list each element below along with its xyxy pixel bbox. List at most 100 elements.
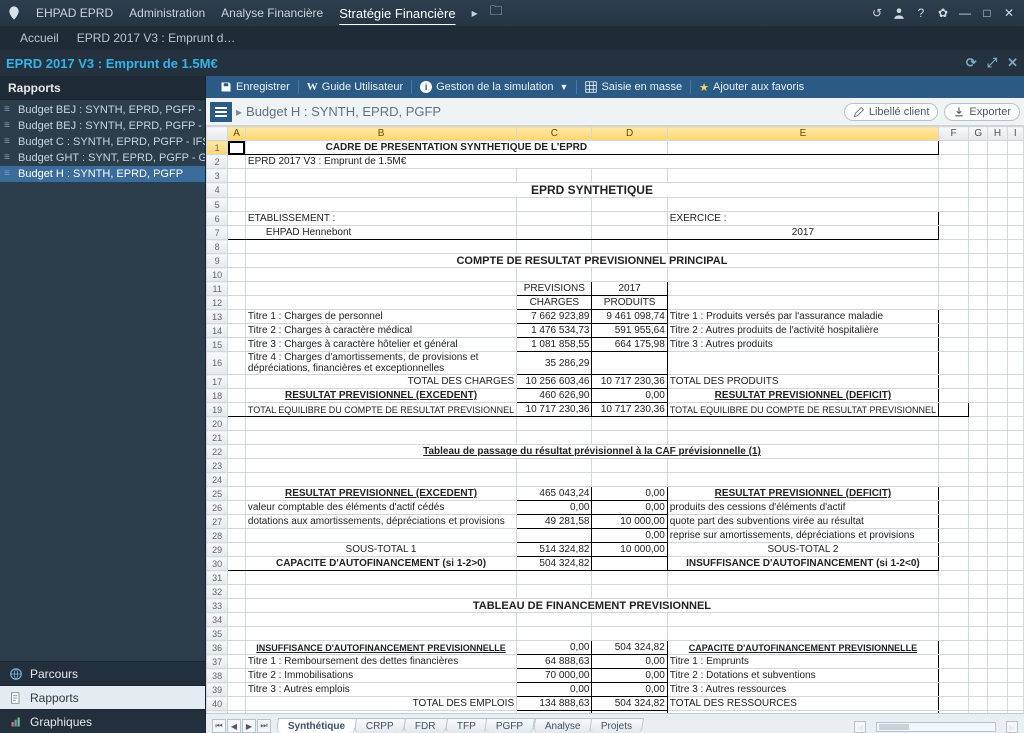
hscroll-left[interactable]: ◀	[854, 721, 866, 733]
tab-synthetique[interactable]: Synthétique	[276, 718, 357, 733]
report-item-2[interactable]: Budget C : SYNTH, EPRD, PGFP - IFSI	[0, 134, 205, 150]
cell-r36c[interactable]: 0,00	[517, 641, 592, 655]
menu-administration[interactable]: Administration	[121, 6, 213, 20]
report-item-3[interactable]: Budget GHT : SYNT, EPRD, PGFP - Groupe	[0, 150, 205, 166]
cell-r27c[interactable]: 49 281,58	[517, 515, 592, 529]
close-icon[interactable]: ✕	[1000, 4, 1018, 22]
cell-r40c[interactable]: 134 888,63	[517, 697, 592, 711]
tab-nav-last[interactable]: ⏭	[257, 719, 271, 733]
cell-r29d[interactable]: 10 000,00	[592, 543, 667, 557]
tab-tfp[interactable]: TFP	[445, 718, 488, 733]
refresh-doc-icon[interactable]: ⟳	[966, 55, 977, 71]
cell-r13b[interactable]: Titre 1 : Charges de personnel	[245, 310, 516, 324]
cell-etablissement-lbl[interactable]: ETABLISSEMENT :	[245, 212, 516, 226]
cell-section-crpp[interactable]: COMPTE DE RESULTAT PREVISIONNEL PRINCIPA…	[245, 254, 938, 268]
cell-section-passage[interactable]: Tableau de passage du résultat prévision…	[245, 445, 938, 459]
col-header-h[interactable]: H	[988, 127, 1007, 141]
cell-r30b[interactable]: CAPACITE D'AUTOFINANCEMENT (si 1-2>0)	[245, 557, 516, 571]
col-header-c[interactable]: C	[517, 127, 592, 141]
cell-r26c[interactable]: 0,00	[517, 501, 592, 515]
sync-icon[interactable]: ↺	[868, 4, 886, 22]
cell-r15e[interactable]: Titre 3 : Autres produits	[667, 338, 938, 352]
cell-r13e[interactable]: Titre 1 : Produits versés par l'assuranc…	[667, 310, 938, 324]
cell-exercice[interactable]: 2017	[667, 226, 938, 240]
cell-r28d[interactable]: 0,00	[592, 529, 667, 543]
cell-r40b[interactable]: TOTAL DES EMPLOIS	[245, 697, 516, 711]
cell-r39b[interactable]: Titre 3 : Autres emplois	[245, 683, 516, 697]
tab-pgfp[interactable]: PGFP	[484, 718, 535, 733]
col-header-a[interactable]: A	[228, 127, 246, 141]
cell-r38c[interactable]: 70 000,00	[517, 669, 592, 683]
libelle-client-button[interactable]: Libellé client	[844, 103, 939, 121]
col-header-e[interactable]: E	[667, 127, 938, 141]
tab-crpp[interactable]: CRPP	[354, 718, 406, 733]
col-header-b[interactable]: B	[245, 127, 516, 141]
masse-button[interactable]: Saisie en masse	[577, 76, 690, 98]
cell-r27e[interactable]: quote part des subventions virée au résu…	[667, 515, 938, 529]
cell-r17d[interactable]: 10 717 230,36	[592, 375, 667, 389]
spreadsheet[interactable]: A B C D E F G H I 1CADRE DE PRESENTATION…	[206, 126, 1024, 713]
col-header-i[interactable]: I	[1007, 127, 1023, 141]
report-item-4[interactable]: Budget H : SYNTH, EPRD, PGFP	[0, 166, 205, 182]
tab-parcours[interactable]: Parcours	[0, 661, 205, 685]
cell-charges-hdr[interactable]: CHARGES	[517, 296, 592, 310]
cell-r27b[interactable]: dotations aux amortissements, dépréciati…	[245, 515, 516, 529]
menu-strategie[interactable]: Stratégie Financière	[331, 6, 463, 21]
tab-fdr[interactable]: FDR	[403, 718, 448, 733]
corner-cell[interactable]	[207, 127, 228, 141]
tab-rapports[interactable]: Rapports	[0, 685, 205, 709]
cell-r25e[interactable]: RESULTAT PREVISIONNEL (DEFICIT)	[667, 487, 938, 501]
cell-section-eprd[interactable]: EPRD SYNTHETIQUE	[245, 183, 938, 198]
sheet-menu-icon[interactable]	[210, 102, 232, 122]
cell-r26d[interactable]: 0,00	[592, 501, 667, 515]
cell-r18b[interactable]: RESULTAT PREVISIONNEL (EXCEDENT)	[245, 389, 516, 403]
cell-r27d[interactable]: 10 000,00	[592, 515, 667, 529]
cell-section-tfp[interactable]: TABLEAU DE FINANCEMENT PREVISIONNEL	[245, 599, 938, 613]
settings-icon[interactable]: ✿	[934, 4, 952, 22]
cell-r28e[interactable]: reprise sur amortissements, dépréciation…	[667, 529, 938, 543]
cell-r29b[interactable]: SOUS-TOTAL 1	[245, 543, 516, 557]
cell-r29e[interactable]: SOUS-TOTAL 2	[667, 543, 938, 557]
save-button[interactable]: Enregistrer	[212, 76, 298, 98]
report-item-1[interactable]: Budget BEJ : SYNTH, EPRD, PGFP - USLD	[0, 118, 205, 134]
cell-r13c[interactable]: 7 662 923,89	[517, 310, 592, 324]
tab-nav-prev[interactable]: ◀	[227, 719, 241, 733]
menu-analyse[interactable]: Analyse Financière	[213, 6, 331, 20]
cell-r25c[interactable]: 465 043,24	[517, 487, 592, 501]
cell-r30e[interactable]: INSUFFISANCE D'AUTOFINANCEMENT (si 1-2<0…	[667, 557, 938, 571]
cell-r25d[interactable]: 0,00	[592, 487, 667, 501]
cell-r14b[interactable]: Titre 2 : Charges à caractère médical	[245, 324, 516, 338]
cell-r16c[interactable]: 35 286,29	[517, 352, 592, 375]
cell-r41b[interactable]: APPORT AU FONDS DE ROULEMENT	[245, 711, 516, 714]
cell-r30c[interactable]: 504 324,82	[517, 557, 592, 571]
cell-r17c[interactable]: 10 256 603,46	[517, 375, 592, 389]
cell-r25b[interactable]: RESULTAT PREVISIONNEL (EXCEDENT)	[245, 487, 516, 501]
cell-r39d[interactable]: 0,00	[592, 683, 667, 697]
cell-r39e[interactable]: Titre 3 : Autres ressources	[667, 683, 938, 697]
cell-produits-hdr[interactable]: PRODUITS	[592, 296, 667, 310]
cell-r14e[interactable]: Titre 2 : Autres produits de l'activité …	[667, 324, 938, 338]
cell-r36d[interactable]: 504 324,82	[592, 641, 667, 655]
cell-r38d[interactable]: 0,00	[592, 669, 667, 683]
cell-r15c[interactable]: 1 081 858,55	[517, 338, 592, 352]
cell-r26e[interactable]: produits des cessions d'éléments d'actif	[667, 501, 938, 515]
hscroll-bar[interactable]	[876, 722, 996, 732]
cell-r18d[interactable]: 0,00	[592, 389, 667, 403]
col-header-g[interactable]: G	[969, 127, 988, 141]
user-icon[interactable]	[890, 4, 908, 22]
cell-r16b[interactable]: Titre 4 : Charges d'amortissements, de p…	[245, 352, 516, 375]
cell-r19b[interactable]: TOTAL EQUILIBRE DU COMPTE DE RESULTAT PR…	[245, 403, 516, 417]
cell-r18c[interactable]: 460 626,90	[517, 389, 592, 403]
cell-r13d[interactable]: 9 461 098,74	[592, 310, 667, 324]
cell-r41e[interactable]: PRELEVEMENT SUR LE FONDS DE ROULEMENT	[667, 711, 938, 714]
col-header-f[interactable]: F	[939, 127, 969, 141]
cell-subtitle[interactable]: EPRD 2017 V3 : Emprunt de 1.5M€	[245, 155, 938, 169]
tab-projets[interactable]: Projets	[589, 718, 644, 733]
cell-r19e[interactable]: TOTAL EQUILIBRE DU COMPTE DE RESULTAT PR…	[667, 403, 938, 417]
hscroll-right[interactable]: ▶	[1006, 721, 1018, 733]
cell-exercice-lbl[interactable]: EXERCICE :	[667, 212, 938, 226]
cell-r39c[interactable]: 0,00	[517, 683, 592, 697]
cell-r38b[interactable]: Titre 2 : Immobilisations	[245, 669, 516, 683]
cell-r17b[interactable]: TOTAL DES CHARGES	[245, 375, 516, 389]
guide-button[interactable]: W Guide Utilisateur	[299, 76, 411, 98]
